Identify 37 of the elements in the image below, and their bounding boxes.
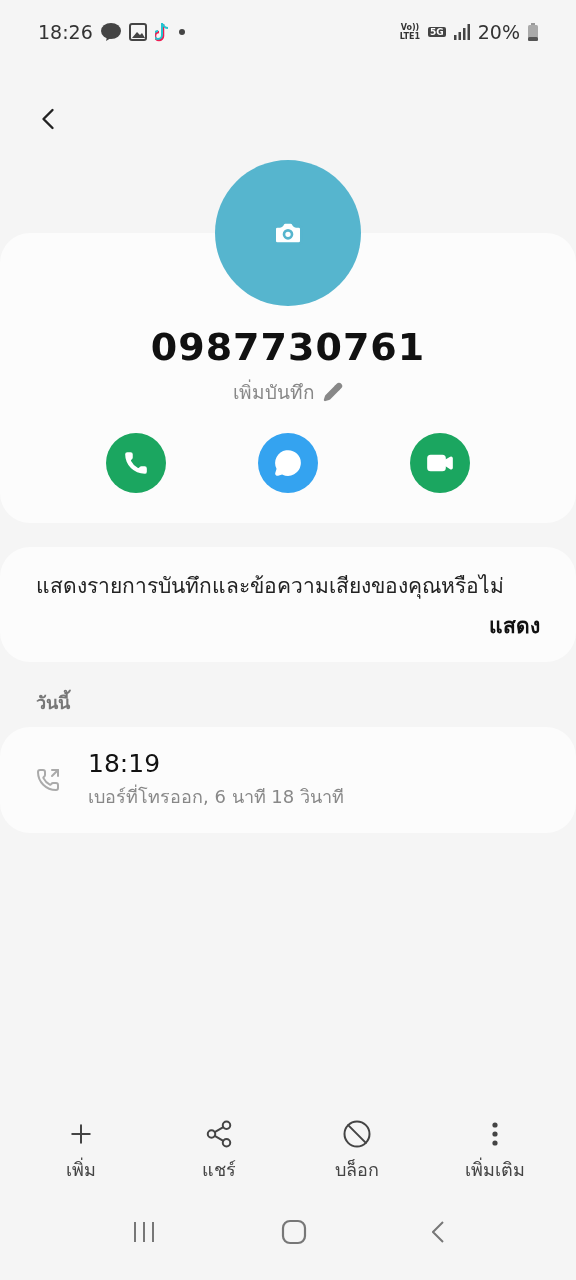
add-note-button[interactable]: เพิ่มบันทึก xyxy=(233,377,343,407)
volte-label: Vo)) xyxy=(400,23,420,32)
block-action[interactable]: บล็อก xyxy=(312,1119,402,1184)
clock: 18:26 xyxy=(38,21,93,43)
section-label: วันนี้ xyxy=(36,688,540,717)
battery-percent: 20% xyxy=(477,21,520,43)
chat-bubble-icon xyxy=(100,23,121,41)
video-call-button[interactable] xyxy=(410,433,470,493)
chevron-left-icon xyxy=(431,1221,444,1243)
dot-icon xyxy=(178,29,185,35)
music-note-icon xyxy=(154,22,171,42)
message-button[interactable] xyxy=(258,433,318,493)
more-icon xyxy=(492,1122,498,1146)
call-detail: เบอร์ที่โทรออก, 6 นาที 18 วินาที xyxy=(88,783,344,809)
chat-bubble-icon xyxy=(274,449,302,477)
network-badge: 5G xyxy=(428,27,446,37)
signal-icon xyxy=(453,24,470,40)
share-icon xyxy=(204,1119,234,1149)
block-icon xyxy=(342,1119,372,1149)
home-icon[interactable] xyxy=(281,1219,307,1245)
recent-apps-icon[interactable] xyxy=(132,1220,157,1244)
call-time: 18:19 xyxy=(88,749,162,778)
pencil-icon xyxy=(323,382,343,402)
phone-icon xyxy=(123,450,149,476)
call-button[interactable] xyxy=(106,433,166,493)
outgoing-call-icon xyxy=(36,768,60,792)
more-action[interactable]: เพิ่มเติม xyxy=(450,1119,540,1184)
call-log-entry[interactable]: 18:19 เบอร์ที่โทรออก, 6 นาที 18 วินาที xyxy=(0,727,576,833)
share-action[interactable]: แชร์ xyxy=(174,1119,264,1184)
back-nav-icon[interactable] xyxy=(431,1221,444,1243)
add-action[interactable]: เพิ่ม xyxy=(36,1119,126,1184)
lte-label: LTE1 xyxy=(399,32,421,41)
phone-number: 0987730761 xyxy=(150,325,426,369)
prompt-message: แสดงรายการบันทึกและข้อความเสียงของคุณหรือไม่ xyxy=(36,573,505,601)
show-button[interactable]: แสดง xyxy=(489,609,540,642)
battery-icon xyxy=(528,23,538,41)
image-icon xyxy=(128,23,147,41)
